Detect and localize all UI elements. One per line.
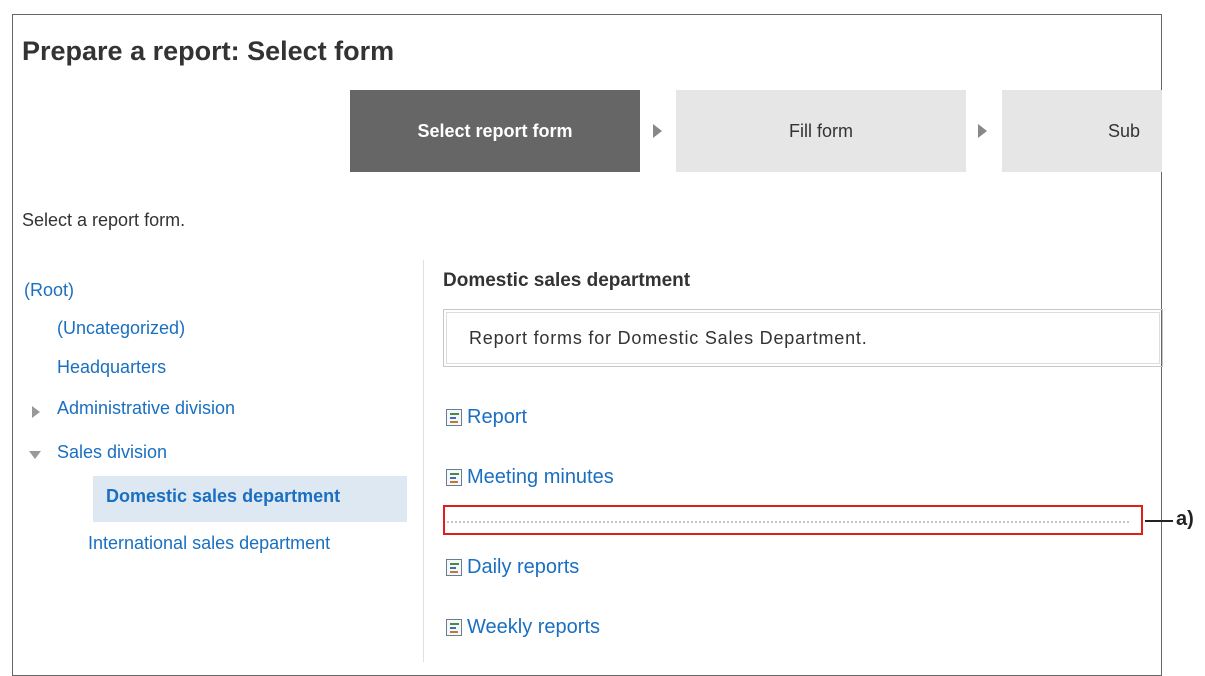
form-link-label[interactable]: Weekly reports: [467, 616, 600, 639]
annotation-highlight-box: [443, 505, 1143, 535]
annotation-label: a): [1176, 508, 1194, 530]
step-arrow-icon: [653, 124, 662, 138]
step-label: Select report form: [417, 120, 573, 141]
instruction-text: Select a report form.: [22, 210, 186, 230]
step-submit: Sub: [1002, 90, 1162, 172]
page-title: Prepare a report: Select form: [22, 36, 395, 66]
tree-item-sales-division[interactable]: Sales division: [57, 442, 167, 463]
report-form-icon: [446, 409, 462, 426]
step-select-report-form: Select report form: [350, 90, 640, 172]
panel-divider: [423, 260, 424, 662]
step-label: Sub: [1108, 120, 1141, 141]
tree-item-domestic-sales-department[interactable]: Domestic sales department: [106, 486, 340, 507]
report-form-icon: [446, 619, 462, 636]
form-link-meeting-minutes[interactable]: Meeting minutes: [446, 466, 614, 489]
step-arrow-icon: [978, 124, 987, 138]
folder-description: Report forms for Domestic Sales Departme…: [446, 312, 1160, 364]
tree-item-headquarters[interactable]: Headquarters: [57, 357, 166, 378]
expand-arrow-icon[interactable]: [32, 406, 40, 418]
report-form-icon: [446, 559, 462, 576]
step-fill-form: Fill form: [676, 90, 966, 172]
folder-title: Domestic sales department: [443, 270, 691, 291]
tree-item-administrative-division[interactable]: Administrative division: [57, 398, 235, 419]
folder-description-box: Report forms for Domestic Sales Departme…: [443, 309, 1163, 367]
form-link-label[interactable]: Report: [467, 406, 527, 429]
collapse-arrow-icon[interactable]: [29, 451, 41, 459]
step-label: Fill form: [789, 120, 853, 141]
annotation-callout-line: [1145, 520, 1173, 522]
form-link-label[interactable]: Daily reports: [467, 556, 579, 579]
form-link-label[interactable]: Meeting minutes: [467, 466, 614, 489]
tree-item-root[interactable]: (Root): [24, 280, 74, 301]
report-form-icon: [446, 469, 462, 486]
form-link-daily-reports[interactable]: Daily reports: [446, 556, 579, 579]
form-link-weekly-reports[interactable]: Weekly reports: [446, 616, 600, 639]
form-link-report[interactable]: Report: [446, 406, 527, 429]
tree-item-international-sales-department[interactable]: International sales department: [88, 533, 330, 554]
tree-item-uncategorized[interactable]: (Uncategorized): [57, 318, 185, 339]
